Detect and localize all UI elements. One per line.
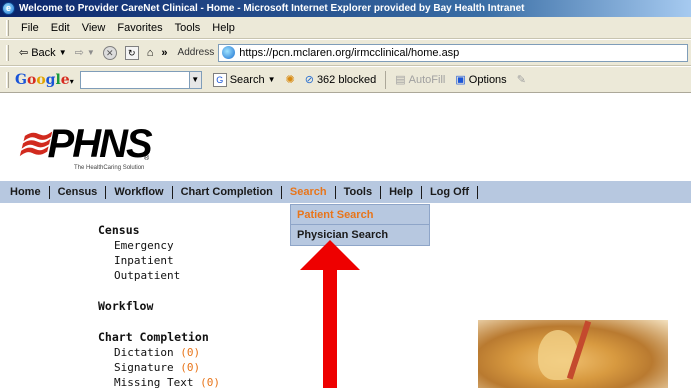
options-icon: ▣ xyxy=(455,74,466,86)
menu-view[interactable]: View xyxy=(76,22,112,34)
nav-chart-completion[interactable]: Chart Completion xyxy=(173,185,282,199)
side-menu: Census Emergency Inpatient Outpatient Wo… xyxy=(98,223,220,388)
window-title-bar: e Welcome to Provider CareNet Clinical -… xyxy=(0,0,691,17)
workflow-heading[interactable]: Workflow xyxy=(98,299,220,314)
missing-text-link[interactable]: Missing Text (0) xyxy=(98,375,220,388)
census-inpatient-link[interactable]: Inpatient xyxy=(98,253,220,268)
home-icon: ⌂ xyxy=(146,46,154,59)
highlight-button[interactable]: ✎ xyxy=(512,73,531,86)
logo-tagline: The HealthCaring Solution xyxy=(74,165,145,171)
chevron-down-icon: ▼ xyxy=(86,48,95,57)
autofill-button[interactable]: ▤ AutoFill xyxy=(390,73,450,87)
arrow-shape xyxy=(300,240,360,388)
chevron-down-icon: ▼ xyxy=(267,75,276,84)
back-button[interactable]: ⇦ Back ▼ xyxy=(15,46,71,60)
address-url: https://pcn.mclaren.org/irmcclinical/hom… xyxy=(239,46,460,59)
internet-explorer-icon: e xyxy=(2,2,15,15)
options-label: Options xyxy=(468,73,507,86)
dropdown-patient-search[interactable]: Patient Search xyxy=(291,205,429,225)
missing-text-count: (0) xyxy=(200,376,220,388)
toolbar-separator xyxy=(385,70,387,89)
toolbar-grip[interactable] xyxy=(6,19,9,36)
google-search-button[interactable]: G Search ▼ xyxy=(208,72,281,87)
google-search-input[interactable] xyxy=(79,70,190,89)
menu-file[interactable]: File xyxy=(15,22,45,34)
menu-help[interactable]: Help xyxy=(206,22,241,34)
signature-count: (0) xyxy=(180,361,201,374)
menu-tools[interactable]: Tools xyxy=(169,22,207,34)
autofill-label: AutoFill xyxy=(408,73,446,86)
forward-arrow-icon: ⇨ xyxy=(74,47,84,59)
signature-link[interactable]: Signature (0) xyxy=(98,360,220,375)
autofill-icon: ▤ xyxy=(395,74,406,86)
toolbar-overflow-button[interactable]: » xyxy=(157,47,171,59)
refresh-icon: ↻ xyxy=(124,45,139,60)
dictation-count: (0) xyxy=(180,346,201,359)
news-icon: ✺ xyxy=(285,74,295,86)
nav-workflow[interactable]: Workflow xyxy=(106,185,173,199)
dictation-link[interactable]: Dictation (0) xyxy=(98,345,220,360)
forward-button[interactable]: ⇨ ▼ xyxy=(71,46,99,59)
logo-wordmark: ≋PHNS xyxy=(16,122,153,166)
popup-blocked-icon: ⊘ xyxy=(304,74,314,86)
nav-search[interactable]: Search xyxy=(282,185,336,199)
home-button[interactable]: ⌂ xyxy=(143,47,158,59)
google-search-label: Search xyxy=(229,73,265,86)
stop-icon: ✕ xyxy=(102,45,117,60)
nav-log-off[interactable]: Log Off xyxy=(422,185,479,199)
toolbar-grip[interactable] xyxy=(6,44,9,61)
page-icon xyxy=(222,46,236,59)
popup-blocker-button[interactable]: ⊘ 362 blocked xyxy=(300,73,382,87)
window-title: Welcome to Provider CareNet Clinical - H… xyxy=(19,3,525,14)
navigation-toolbar: ⇦ Back ▼ ⇨ ▼ ✕ ↻ ⌂ » Address https://pcn… xyxy=(0,40,691,66)
options-button[interactable]: ▣ Options xyxy=(450,73,511,87)
address-input[interactable]: https://pcn.mclaren.org/irmcclinical/hom… xyxy=(218,43,689,62)
google-logo[interactable]: Google▾ xyxy=(15,72,74,88)
menu-bar: File Edit View Favorites Tools Help xyxy=(0,17,691,39)
refresh-button[interactable]: ↻ xyxy=(121,45,143,60)
toolbar-grip[interactable] xyxy=(6,71,9,88)
phns-logo[interactable]: ≋PHNS ® The HealthCaring Solution xyxy=(16,122,156,177)
popup-blocked-count: 362 blocked xyxy=(316,73,377,86)
chevron-down-icon: ▼ xyxy=(58,48,67,57)
news-button[interactable]: ✺ xyxy=(281,73,300,86)
address-label: Address xyxy=(177,47,215,58)
google-search-icon: G xyxy=(212,72,227,87)
nav-help[interactable]: Help xyxy=(381,185,422,199)
back-label: Back xyxy=(31,46,56,59)
nav-tools[interactable]: Tools xyxy=(336,185,382,199)
stop-button[interactable]: ✕ xyxy=(99,45,121,60)
registered-mark: ® xyxy=(144,155,150,162)
back-arrow-icon: ⇦ xyxy=(19,47,29,59)
nav-census[interactable]: Census xyxy=(50,185,107,199)
chart-completion-heading[interactable]: Chart Completion xyxy=(98,330,220,345)
census-heading[interactable]: Census xyxy=(98,223,220,238)
census-outpatient-link[interactable]: Outpatient xyxy=(98,268,220,283)
site-nav-bar: Home Census Workflow Chart Completion Se… xyxy=(0,181,691,203)
menu-edit[interactable]: Edit xyxy=(45,22,76,34)
menu-favorites[interactable]: Favorites xyxy=(111,22,168,34)
lab-photo xyxy=(478,320,668,388)
nav-home[interactable]: Home xyxy=(0,185,50,199)
google-toolbar: Google▾ ▼ G Search ▼ ✺ ⊘ 362 blocked ▤ A… xyxy=(0,67,691,93)
annotation-arrow xyxy=(300,240,360,388)
google-search-dropdown[interactable]: ▼ xyxy=(189,70,202,89)
census-emergency-link[interactable]: Emergency xyxy=(98,238,220,253)
pencil-icon: ✎ xyxy=(516,74,526,86)
